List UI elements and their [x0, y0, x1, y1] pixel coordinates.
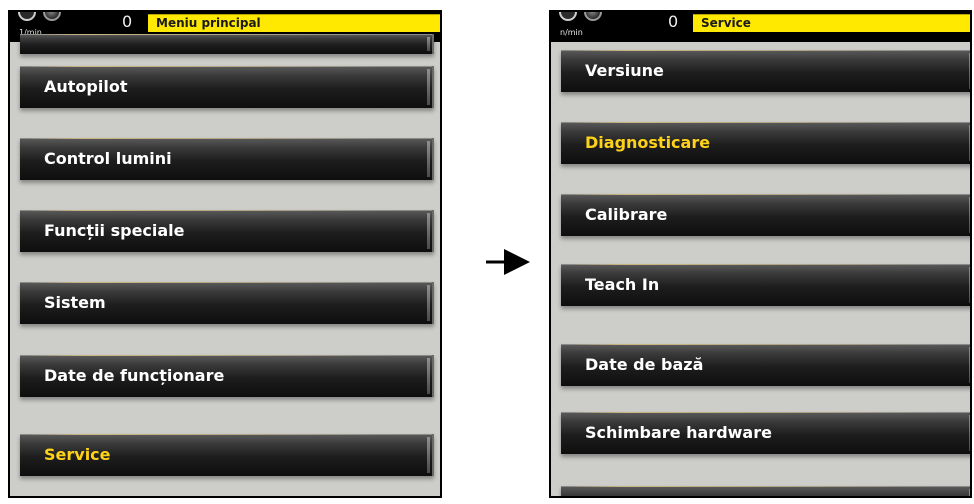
menu-item-autopilot[interactable]: Autopilot — [20, 66, 434, 108]
menu-item-label: Service — [44, 445, 111, 464]
screen-title: Meniu principal — [148, 14, 440, 32]
menu-item-schimbare-hardware[interactable]: Schimbare hardware — [561, 412, 970, 454]
gauge-icon — [18, 12, 36, 21]
menu-list: Versiune Diagnosticare Calibrare Teach I… — [551, 42, 970, 496]
menu-item-functii-speciale[interactable]: Funcții speciale — [20, 210, 434, 252]
gauge-icon — [584, 12, 602, 21]
counter-value: 0 — [122, 12, 133, 31]
menu-item-partial[interactable] — [20, 34, 434, 54]
status-bar: n/min 0 Service — [551, 12, 970, 42]
menu-item-sistem[interactable]: Sistem — [20, 282, 434, 324]
counter-value: 0 — [668, 12, 679, 31]
menu-item-versiune[interactable]: Versiune — [561, 50, 970, 92]
menu-item-service[interactable]: Service — [20, 434, 434, 476]
menu-item-calibrare[interactable]: Calibrare — [561, 194, 970, 236]
menu-item-label: Date de funcționare — [44, 366, 225, 385]
main-menu-screen: 1/min 0 Meniu principal Autopilot Contro… — [8, 10, 442, 498]
menu-item-label: Sistem — [44, 293, 106, 312]
service-screen: n/min 0 Service Versiune Diagnosticare C… — [549, 10, 972, 498]
menu-item-label: Schimbare hardware — [585, 423, 772, 442]
arrow-right-icon — [486, 249, 530, 275]
menu-item-label: Control lumini — [44, 149, 172, 168]
menu-item-diagnosticare[interactable]: Diagnosticare — [561, 122, 970, 164]
menu-item-label: Diagnosticare — [585, 133, 711, 152]
menu-item-date-de-functionare[interactable]: Date de funcționare — [20, 355, 434, 397]
menu-item-date-de-baza[interactable]: Date de bază — [561, 344, 970, 386]
menu-item-label: Autopilot — [44, 77, 128, 96]
gauge-icon — [43, 12, 61, 21]
menu-item-label: Date de bază — [585, 355, 704, 374]
screen-title: Service — [693, 14, 970, 32]
rpm-unit: n/min — [560, 28, 583, 37]
menu-item-label: Versiune — [585, 61, 664, 80]
menu-item-control-lumini[interactable]: Control lumini — [20, 138, 434, 180]
menu-item-teach-in[interactable]: Teach In — [561, 264, 970, 306]
menu-item-partial[interactable] — [561, 486, 970, 496]
menu-item-label: Calibrare — [585, 205, 668, 224]
menu-list: Autopilot Control lumini Funcții special… — [10, 34, 440, 496]
menu-item-label: Funcții speciale — [44, 221, 185, 240]
menu-item-label: Teach In — [585, 275, 660, 294]
gauge-icon — [559, 12, 577, 21]
